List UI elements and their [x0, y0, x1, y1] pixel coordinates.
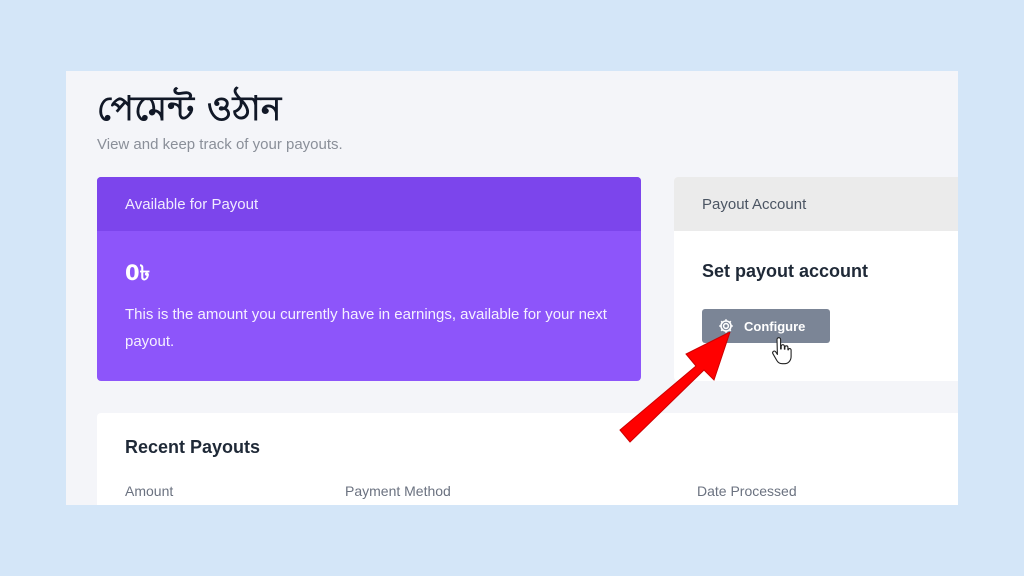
available-payout-header: Available for Payout	[97, 177, 641, 231]
configure-button-label: Configure	[744, 318, 806, 334]
app-window: পেমেন্ট ওঠান View and keep track of your…	[66, 71, 958, 505]
column-header-payment-method: Payment Method	[345, 483, 451, 499]
payout-description: This is the amount you currently have in…	[125, 306, 607, 350]
payout-amount: 0৳	[125, 261, 151, 285]
page-title: পেমেন্ট ওঠান	[97, 89, 282, 129]
page-subtitle: View and keep track of your payouts.	[97, 136, 343, 153]
set-payout-account-title: Set payout account	[702, 261, 869, 281]
recent-payouts-title: Recent Payouts	[125, 437, 261, 457]
hand-pointer-icon	[772, 337, 792, 365]
column-header-date-processed: Date Processed	[697, 483, 797, 499]
recent-payouts-card: Recent Payouts Amount Payment Method Dat…	[97, 413, 958, 505]
payout-account-header: Payout Account	[674, 177, 958, 231]
column-header-amount: Amount	[125, 483, 174, 499]
available-payout-card: Available for Payout 0৳ This is the amou…	[97, 177, 641, 381]
red-arrow-annotation	[619, 332, 731, 443]
